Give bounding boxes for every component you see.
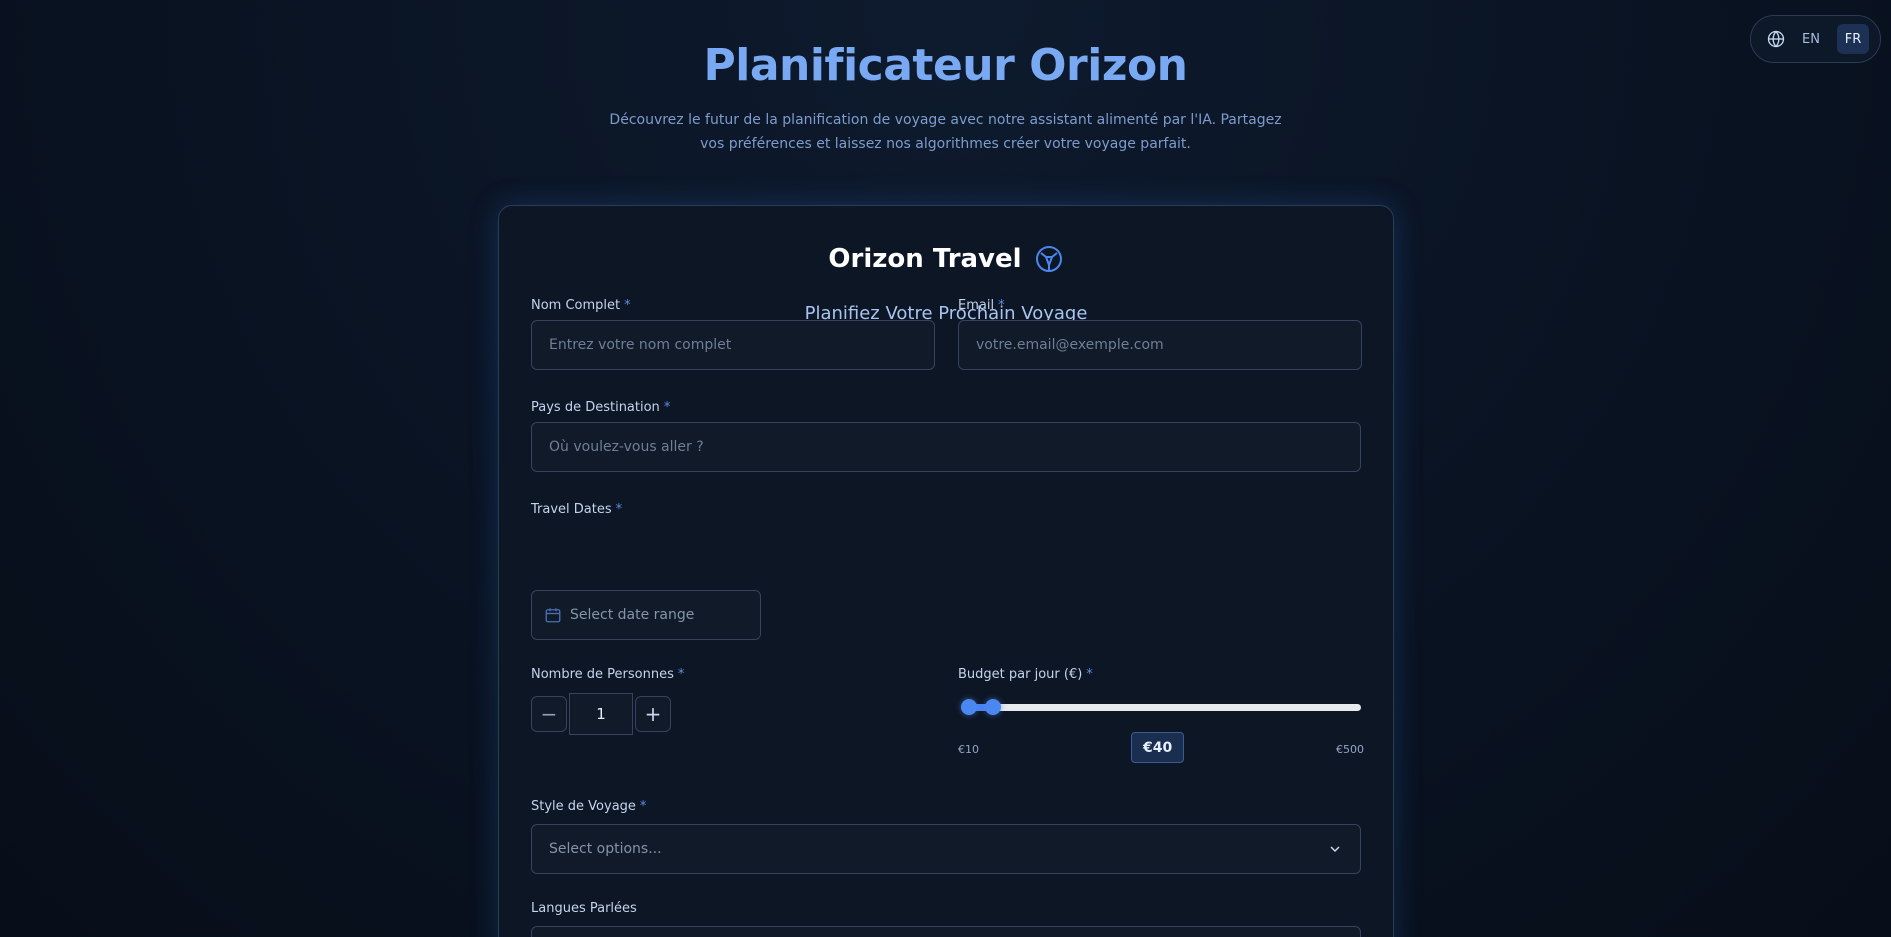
calendar-icon xyxy=(544,606,562,624)
slider-track xyxy=(961,704,1361,711)
page-subtitle: Découvrez le futur de la planification d… xyxy=(609,112,1282,152)
slider-thumb-min[interactable] xyxy=(961,699,977,715)
email-label: Email * xyxy=(958,298,1005,313)
languages-label: Langues Parlées xyxy=(531,901,637,916)
trip-planner-card: Orizon Travel Planifiez Votre Prochain V… xyxy=(498,205,1394,937)
chevron-down-icon xyxy=(1327,841,1343,857)
globe-network-icon xyxy=(1034,244,1064,274)
budget-max-label: €500 xyxy=(1336,743,1364,756)
brand-name: Orizon Travel xyxy=(828,244,1022,274)
travel-style-placeholder: Select options... xyxy=(549,841,662,857)
decrement-button[interactable]: − xyxy=(531,696,567,732)
full-name-label: Nom Complet * xyxy=(531,298,631,313)
brand: Orizon Travel xyxy=(499,244,1393,274)
travel-dates-label: Travel Dates * xyxy=(531,502,623,517)
languages-input[interactable] xyxy=(531,926,1361,937)
destination-input[interactable] xyxy=(531,422,1361,472)
budget-value-badge: €40 xyxy=(1131,732,1185,763)
email-input[interactable] xyxy=(958,320,1362,370)
budget-slider[interactable] xyxy=(961,699,1361,715)
budget-min-label: €10 xyxy=(958,743,979,756)
people-count[interactable]: 1 xyxy=(569,693,633,735)
page-title: Planificateur Orizon xyxy=(703,40,1189,91)
increment-button[interactable]: + xyxy=(635,696,671,732)
budget-label: Budget par jour (€) * xyxy=(958,667,1093,682)
full-name-input[interactable] xyxy=(531,320,935,370)
date-range-picker[interactable]: Select date range xyxy=(531,590,761,640)
date-range-placeholder: Select date range xyxy=(570,607,695,623)
travel-style-label: Style de Voyage * xyxy=(531,799,647,814)
travel-style-select[interactable]: Select options... xyxy=(531,824,1361,874)
people-label: Nombre de Personnes * xyxy=(531,667,685,682)
people-stepper: − 1 + xyxy=(531,693,671,735)
slider-thumb[interactable] xyxy=(984,699,1001,715)
destination-label: Pays de Destination * xyxy=(531,400,671,415)
